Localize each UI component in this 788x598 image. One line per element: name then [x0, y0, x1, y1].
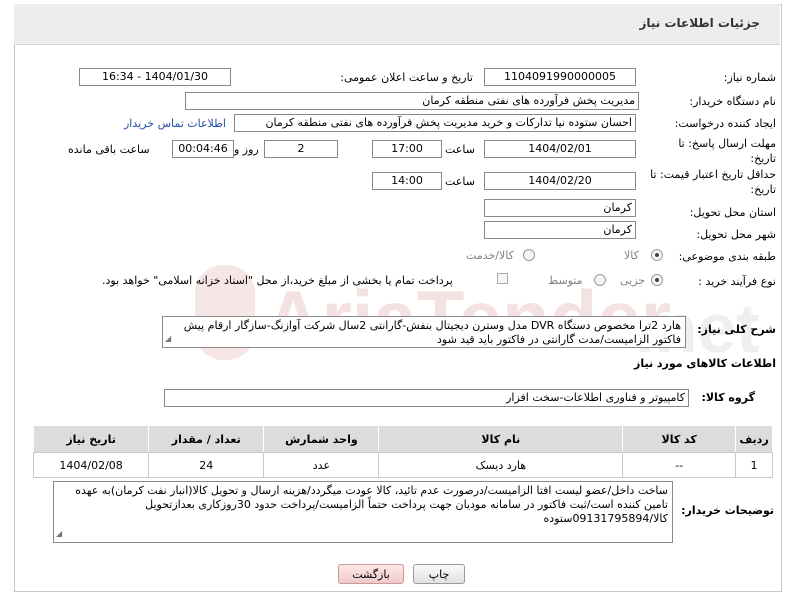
treasury-payment-note: پرداخت تمام یا بخشی از مبلغ خرید،از محل …	[102, 274, 453, 287]
purchase-minor-label: جزیی	[620, 274, 646, 287]
goods-section-title: اطلاعات کالاهای مورد نیاز	[634, 357, 776, 370]
description-text: هارد 2ترا مخصوص دستگاه DVR مدل وسترن دیج…	[183, 319, 681, 346]
purchase-medium-label: متوسط	[548, 274, 583, 287]
category-goods-service-label: کالا/خدمت	[466, 249, 514, 262]
back-button[interactable]: بازگشت	[338, 564, 404, 584]
cell-date: 1404/02/08	[32, 452, 150, 478]
table-row: 1 -- هارد دیسک عدد 24 1404/02/08	[32, 452, 773, 478]
buyer-org-label: نام دستگاه خریدار:	[689, 95, 776, 108]
need-number-field: 1104091990000005	[484, 68, 636, 86]
category-label: طبقه بندی موضوعی:	[678, 250, 776, 263]
purchase-medium-radio[interactable]	[594, 274, 606, 286]
price-validity-date: 1404/02/20	[484, 172, 636, 190]
reply-deadline-label: مهلت ارسال پاسخ: تا تاریخ:	[678, 137, 776, 165]
need-number-label: شماره نیاز:	[723, 71, 776, 84]
buyer-contact-link[interactable]: اطلاعات تماس خریدار	[124, 117, 226, 130]
reply-days-label: روز و	[234, 143, 259, 156]
delivery-province-field: کرمان	[484, 199, 636, 217]
col-date: تاریخ نیاز	[32, 425, 150, 453]
resize-handle-icon[interactable]: ◢	[165, 332, 171, 346]
price-validity-time: 14:00	[372, 172, 442, 190]
remaining-time-label: ساعت باقی مانده	[68, 143, 150, 156]
remaining-time-field: 00:04:46	[172, 140, 234, 158]
delivery-city-field: کرمان	[484, 221, 636, 239]
cell-unit: عدد	[263, 452, 380, 478]
delivery-city-label: شهر محل تحویل:	[696, 228, 776, 241]
reply-time-label: ساعت	[445, 143, 475, 156]
col-name: نام کالا	[378, 425, 624, 453]
category-goods-service-radio[interactable]	[523, 249, 535, 261]
buyer-org-field: مدیریت پخش فرآورده های نفتی منطقه کرمان	[185, 92, 639, 110]
price-time-label: ساعت	[445, 175, 475, 188]
treasury-payment-checkbox[interactable]	[497, 273, 508, 284]
requester-field: احسان ستوده نیا تدارکات و خرید مدیریت پخ…	[234, 114, 636, 132]
purchase-type-label: نوع فرآیند خرید :	[698, 275, 776, 288]
description-label: شرح کلی نیاز:	[697, 323, 776, 336]
resize-handle-icon[interactable]: ◢	[56, 527, 62, 541]
buyer-notes-text: ساخت داخل/عضو لیست افتا الزامیست/درصورت …	[75, 484, 668, 525]
panel-header: جزئیات اطلاعات نیاز	[14, 4, 780, 45]
category-goods-label: کالا	[624, 249, 639, 262]
category-goods-radio[interactable]	[651, 249, 663, 261]
announce-datetime-field: 1404/01/30 - 16:34	[79, 68, 231, 86]
reply-deadline-date: 1404/02/01	[484, 140, 636, 158]
page-title: جزئیات اطلاعات نیاز	[639, 16, 760, 30]
cell-name: هارد دیسک	[378, 452, 624, 478]
col-row: ردیف	[735, 425, 773, 453]
cell-code: --	[622, 452, 737, 478]
col-qty: تعداد / مقدار	[148, 425, 265, 453]
goods-group-label: گروه کالا:	[701, 391, 755, 404]
reply-deadline-time: 17:00	[372, 140, 442, 158]
reply-days-field: 2	[264, 140, 338, 158]
goods-group-field: کامپیوتر و فناوری اطلاعات-سخت افزار	[164, 389, 689, 407]
delivery-province-label: استان محل تحویل:	[689, 206, 776, 219]
price-validity-label: حداقل تاریخ اعتبار قیمت: تا تاریخ:	[650, 168, 776, 196]
goods-table-header: ردیف کد کالا نام کالا واحد شمارش تعداد /…	[32, 425, 773, 453]
buyer-notes-textarea[interactable]: ساخت داخل/عضو لیست افتا الزامیست/درصورت …	[53, 481, 673, 543]
print-button[interactable]: چاپ	[413, 564, 465, 584]
buyer-notes-label: توضیحات خریدار:	[681, 504, 774, 517]
description-textarea[interactable]: هارد 2ترا مخصوص دستگاه DVR مدل وسترن دیج…	[162, 316, 686, 348]
requester-label: ایجاد کننده درخواست:	[674, 117, 776, 130]
col-unit: واحد شمارش	[263, 425, 380, 453]
announce-datetime-label: تاریخ و ساعت اعلان عمومی:	[340, 71, 473, 84]
goods-table: ردیف کد کالا نام کالا واحد شمارش تعداد /…	[32, 425, 773, 478]
cell-qty: 24	[148, 452, 265, 478]
cell-row: 1	[735, 452, 773, 478]
col-code: کد کالا	[622, 425, 737, 453]
purchase-minor-radio[interactable]	[651, 274, 663, 286]
